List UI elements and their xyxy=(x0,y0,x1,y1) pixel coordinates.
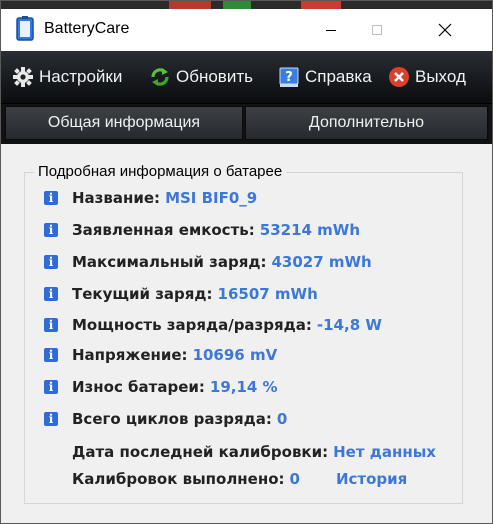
desktop-tile-green xyxy=(223,1,251,9)
info-row-label: Название: xyxy=(72,189,161,207)
tab-advanced[interactable]: Дополнительно xyxy=(245,106,488,140)
info-row-value: 53214 mWh xyxy=(259,221,361,239)
info-row-value: 10696 mV xyxy=(192,346,278,364)
calibrations-row: Калибровок выполнено: 0 История xyxy=(72,468,407,490)
tab-general-info-label: Общая информация xyxy=(47,114,201,131)
info-row-value: 0 xyxy=(276,410,288,428)
info-icon: i xyxy=(44,380,58,394)
settings-label: Настройки xyxy=(39,67,123,86)
info-row-label: Максимальный заряд: xyxy=(72,253,267,271)
info-icon: i xyxy=(44,348,58,362)
info-row-current-charge: i Текущий заряд: 16507 mWh xyxy=(44,283,318,305)
help-label: Справка xyxy=(305,67,372,86)
desktop-tile-red xyxy=(169,1,211,9)
info-row-value: 16507 mWh xyxy=(217,285,318,303)
exit-icon xyxy=(389,67,409,87)
group-title: Подробная информация о батарее xyxy=(34,163,287,180)
info-row-value: -14,8 W xyxy=(316,316,382,334)
info-icon: i xyxy=(44,318,58,332)
help-button[interactable]: ? Справка xyxy=(278,65,372,89)
refresh-button[interactable]: Обновить xyxy=(149,65,253,89)
settings-button[interactable]: Настройки xyxy=(12,65,122,89)
calibration-date-label: Дата последней калибровки: xyxy=(72,443,329,461)
maximize-button[interactable] xyxy=(354,9,400,51)
info-icon: i xyxy=(44,412,58,426)
info-row-voltage: i Напряжение: 10696 mV xyxy=(44,344,277,366)
title-bar[interactable]: BatteryCare xyxy=(1,9,492,51)
maximize-icon xyxy=(372,25,382,35)
refresh-icon xyxy=(151,68,169,86)
info-row-name: i Название: MSI BIF0_9 xyxy=(44,187,257,209)
info-row-label: Износ батареи: xyxy=(72,378,205,396)
close-button[interactable] xyxy=(422,9,468,51)
tab-advanced-label: Дополнительно xyxy=(308,114,425,131)
content-panel: Подробная информация о батарее i Названи… xyxy=(1,144,492,523)
calibrations-value: 0 xyxy=(289,470,300,488)
gear-icon xyxy=(13,67,33,87)
info-row-label: Заявленная емкость: xyxy=(72,221,255,239)
info-icon: i xyxy=(44,287,58,301)
desktop-tile-red-2 xyxy=(301,1,341,9)
tab-general-info[interactable]: Общая информация xyxy=(5,106,243,140)
desktop-background-strip xyxy=(1,1,492,9)
minimize-icon xyxy=(326,30,336,31)
info-row-design-capacity: i Заявленная емкость: 53214 mWh xyxy=(44,219,360,241)
battery-app-icon xyxy=(16,16,34,41)
info-row-value: MSI BIF0_9 xyxy=(165,189,258,207)
info-row-value: 43027 mWh xyxy=(271,253,372,271)
help-icon: ? xyxy=(279,67,299,87)
info-row-power: i Мощность заряда/разряда: -14,8 W xyxy=(44,314,382,336)
info-row-label: Текущий заряд: xyxy=(72,285,213,303)
info-icon: i xyxy=(44,255,58,269)
info-row-max-charge: i Максимальный заряд: 43027 mWh xyxy=(44,251,372,273)
info-row-label: Всего циклов разряда: xyxy=(72,410,272,428)
svg-text:?: ? xyxy=(285,70,293,85)
batterycare-window: BatteryCare Настройки Обновить ? Справка… xyxy=(0,0,493,524)
exit-button[interactable]: Выход xyxy=(388,65,466,89)
info-row-cycles: i Всего циклов разряда: 0 xyxy=(44,408,287,430)
calibration-date-row: Дата последней калибровки: Нет данных xyxy=(72,441,436,463)
info-icon: i xyxy=(44,223,58,237)
exit-label: Выход xyxy=(415,67,466,86)
toolbar: Настройки Обновить ? Справка Выход xyxy=(1,51,492,104)
info-icon: i xyxy=(44,191,58,205)
info-row-label: Напряжение: xyxy=(72,346,188,364)
window-title: BatteryCare xyxy=(44,20,130,37)
close-icon xyxy=(438,23,452,37)
history-link[interactable]: История xyxy=(336,470,407,488)
minimize-button[interactable] xyxy=(308,9,354,51)
info-row-value: 19,14 % xyxy=(209,378,278,396)
info-row-wear: i Износ батареи: 19,14 % xyxy=(44,376,278,398)
calibrations-label: Калибровок выполнено: xyxy=(72,470,285,488)
refresh-label: Обновить xyxy=(176,67,253,86)
info-row-label: Мощность заряда/разряда: xyxy=(72,316,312,334)
calibration-date-value: Нет данных xyxy=(333,443,436,461)
tab-bar: Общая информация Дополнительно xyxy=(1,104,492,144)
